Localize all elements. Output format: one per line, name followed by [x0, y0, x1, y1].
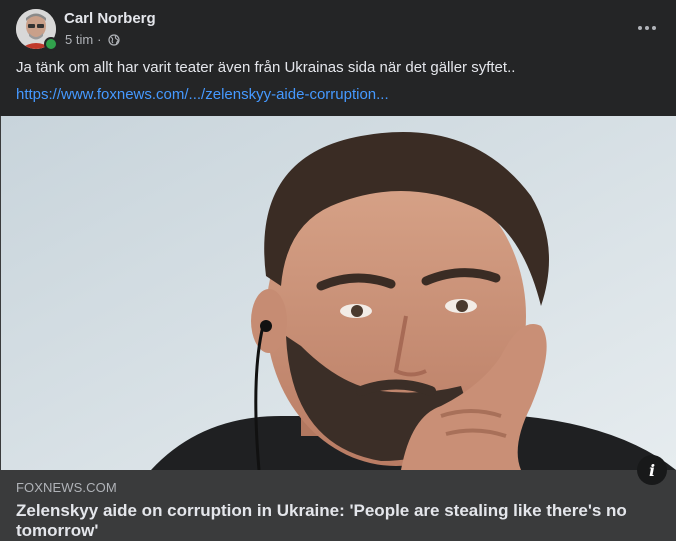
post-header: Carl Norberg 5 tim ·: [0, 0, 676, 58]
link-headline[interactable]: Zelenskyy aide on corruption in Ukraine:…: [16, 501, 656, 541]
link-preview-image[interactable]: [1, 116, 676, 470]
post-meta: 5 tim ·: [65, 32, 120, 47]
more-options-button[interactable]: [630, 11, 664, 45]
news-photo: [1, 116, 676, 470]
link-preview-card[interactable]: i FOXNEWS.COM Zelenskyy aide on corrupti…: [0, 116, 676, 541]
link-domain: FOXNEWS.COM: [16, 480, 117, 495]
info-icon: i: [648, 460, 656, 480]
facebook-post: Carl Norberg 5 tim · Ja tänk om allt har…: [0, 0, 676, 541]
post-link[interactable]: https://www.foxnews.com/.../zelenskyy-ai…: [16, 86, 389, 104]
online-status-dot: [44, 37, 58, 51]
meta-separator: ·: [97, 32, 102, 47]
post-time[interactable]: 5 tim: [65, 32, 93, 47]
author-name[interactable]: Carl Norberg: [64, 10, 156, 27]
globe-icon[interactable]: [107, 33, 120, 46]
more-options-icon: [638, 26, 656, 30]
info-button[interactable]: i: [637, 455, 667, 485]
post-text: Ja tänk om allt har varit teater även fr…: [16, 59, 516, 76]
